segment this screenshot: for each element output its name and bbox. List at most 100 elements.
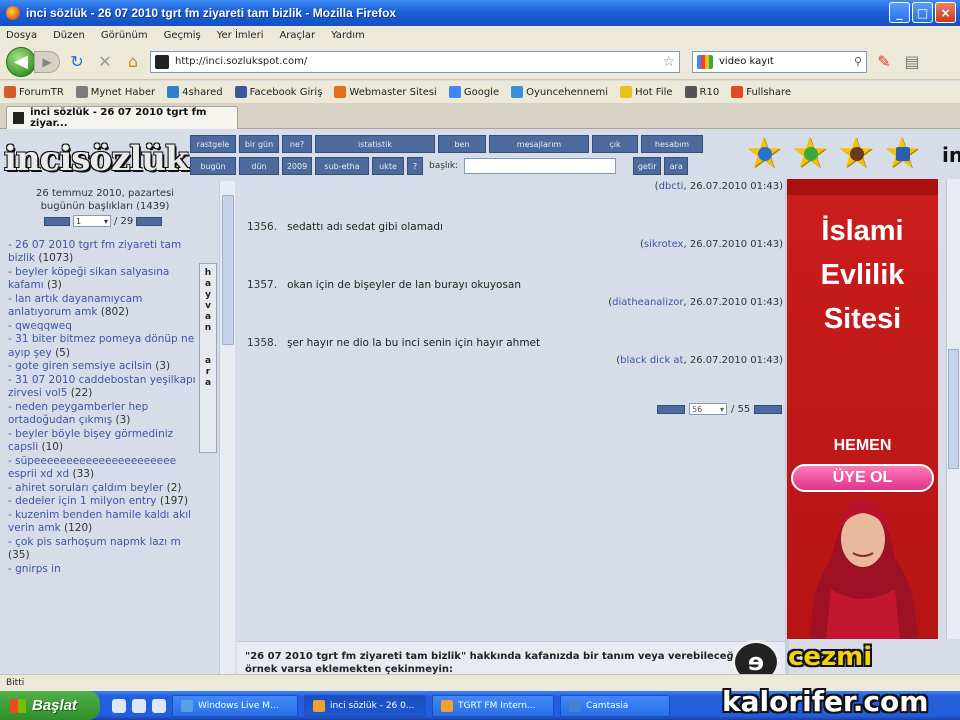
nav-ben[interactable]: ben	[438, 135, 486, 153]
ara-button[interactable]: ara	[664, 157, 689, 175]
bookmark-star-icon[interactable]: ☆	[662, 54, 675, 70]
topic-item[interactable]: - çok pis sarhoşum napmk lazı m (35)	[8, 536, 198, 562]
window-title-bar[interactable]: inci sözlük - 26 07 2010 tgrt fm ziyaret…	[0, 0, 960, 26]
taskbar-item[interactable]: Windows Live M...	[172, 694, 298, 717]
menu-edit[interactable]: Düzen	[53, 30, 85, 41]
app-icon	[181, 699, 193, 712]
star-avatar-icon[interactable]: ★	[837, 132, 877, 174]
google-icon[interactable]	[697, 54, 713, 69]
menu-file[interactable]: Dosya	[6, 30, 37, 41]
nav-mesajlarim[interactable]: mesajlarım	[489, 135, 589, 153]
nav-bir-gun[interactable]: bir gün	[239, 135, 279, 153]
taskbar-item[interactable]: inci sözlük - 26 0...	[304, 694, 426, 717]
search-bar[interactable]: video kayıt ⚲	[692, 50, 867, 73]
topic-item[interactable]: - 26 07 2010 tgrt fm ziyareti tam bizlik…	[8, 239, 198, 265]
bookmark-item[interactable]: Fullshare	[731, 86, 791, 98]
toolbar-menu-icon[interactable]: ▤	[901, 51, 923, 73]
nav-bugun[interactable]: bugün	[190, 157, 236, 175]
topic-item[interactable]: - lan artık dayanamıycam anlatıyorum amk…	[8, 293, 198, 319]
topic-item[interactable]: - gote giren semsiye acilsin (3)	[8, 360, 198, 373]
topic-item[interactable]: - 31 biter bitmez pomeya dönüp ne ayıp ş…	[8, 333, 198, 359]
entry-item: 1358. şer hayır ne dio la bu inci senin i…	[247, 337, 541, 349]
forward-button[interactable]: ▶	[34, 50, 60, 73]
bookmark-item[interactable]: 4shared	[167, 86, 223, 98]
stop-icon[interactable]: ✕	[94, 51, 116, 73]
star-green-icon[interactable]: ★	[791, 132, 831, 174]
close-button[interactable]: ×	[935, 2, 956, 23]
topic-item[interactable]: - beyler böyle bişey görmediniz capsli (…	[8, 428, 198, 454]
quick-launch-icon[interactable]	[132, 698, 146, 713]
start-button[interactable]: Başlat	[0, 691, 100, 720]
nav-sub-etha[interactable]: sub-etha	[315, 157, 369, 175]
sidebar-page-select[interactable]: 1 ▾	[73, 215, 111, 227]
topic-item[interactable]: - kuzenim benden hamile kaldı akıl verin…	[8, 509, 198, 535]
entry-prev-page-button[interactable]	[657, 404, 685, 414]
topic-item[interactable]: - 31 07 2010 caddebostan yeşilkapı zirve…	[8, 374, 198, 400]
taskbar-item[interactable]: TGRT FM Intern...	[432, 694, 554, 717]
nav-help[interactable]: ?	[407, 157, 423, 175]
nav-ukte[interactable]: ukte	[372, 157, 404, 175]
topic-item[interactable]: - ahiret soruları çaldım beyler (2)	[8, 482, 198, 495]
sidebar-next-page-button[interactable]	[136, 216, 163, 226]
minimize-button[interactable]: _	[889, 2, 910, 23]
getir-button[interactable]: getir	[633, 157, 662, 175]
bookmark-item[interactable]: Mynet Haber	[75, 86, 155, 98]
window-controls: _ □ ×	[889, 2, 956, 23]
menu-bookmarks[interactable]: Yer İmleri	[217, 30, 264, 41]
haytan-ara-tab[interactable]: h a y v a n a r a	[199, 263, 217, 453]
home-icon[interactable]: ⌂	[122, 51, 144, 73]
ad-banner[interactable]: İslami Evlilik Sitesi HEMEN ÜYE OL	[787, 179, 938, 639]
bookmark-item[interactable]: ForumTR	[4, 86, 64, 98]
search-magnifier-icon[interactable]: ⚲	[854, 55, 862, 68]
address-bar[interactable]: http://inci.sozlukspot.com/ ☆	[150, 50, 680, 73]
sidebar-prev-page-button[interactable]	[44, 216, 70, 226]
bookmark-item[interactable]: Hot File	[620, 86, 673, 98]
bookmark-item[interactable]: Oyuncehennemi	[511, 86, 608, 98]
topic-item[interactable]: - gnirps in	[8, 563, 198, 576]
topic-item[interactable]: - neden peygamberler hep ortadoğudan çık…	[8, 401, 198, 427]
nav-hesabim[interactable]: hesabım	[641, 135, 703, 153]
nav-dun[interactable]: dün	[239, 157, 279, 175]
bookmark-item[interactable]: R10	[684, 86, 719, 98]
quick-launch	[112, 698, 166, 713]
search-input[interactable]: video kayıt	[719, 56, 848, 67]
sidebar-scrollbar[interactable]	[219, 181, 235, 674]
menu-help[interactable]: Yardım	[331, 30, 365, 41]
tab-inci-sozluk[interactable]: inci sözlük - 26 07 2010 tgrt fm ziyar..…	[6, 106, 238, 129]
title-search-input[interactable]	[464, 158, 617, 174]
nav-ne[interactable]: ne?	[282, 135, 312, 153]
bookmark-item[interactable]: Webmaster Sitesi	[334, 86, 437, 98]
star-box-icon[interactable]: ★	[883, 132, 923, 174]
entry-next-page-button[interactable]	[754, 404, 783, 414]
ad-line-3: Sitesi	[823, 303, 902, 335]
nav-2009[interactable]: 2009	[282, 157, 312, 175]
taskbar-item[interactable]: Camtasia	[560, 694, 670, 717]
reload-icon[interactable]: ↻	[66, 51, 88, 73]
entry-list: (dbcti, 26.07.2010 01:43) 1356. sedattı a…	[237, 181, 785, 674]
camtasia-icon	[569, 699, 581, 712]
addon-icon[interactable]: ✎	[873, 51, 895, 73]
entry-page-select[interactable]: 56 ▾	[689, 403, 727, 415]
quick-launch-icon[interactable]	[112, 698, 126, 713]
topic-item[interactable]: - qweqqweq	[8, 320, 198, 333]
site-logo[interactable]: incisözlük	[4, 139, 189, 185]
nav-rastgele[interactable]: rastgele	[190, 135, 236, 153]
star-ie-icon[interactable]: ★	[745, 132, 785, 174]
scrollbar-thumb[interactable]	[222, 195, 234, 345]
nav-istatistik[interactable]: istatistik	[315, 135, 435, 153]
menu-view[interactable]: Görünüm	[101, 30, 148, 41]
topic-item[interactable]: - dedeler için 1 milyon entry (197)	[8, 495, 198, 508]
back-button[interactable]: ◀	[6, 46, 36, 77]
page-scrollbar[interactable]	[946, 179, 960, 639]
bookmark-item[interactable]: Facebook Giriş	[234, 86, 322, 98]
url-text[interactable]: http://inci.sozlukspot.com/	[175, 56, 656, 67]
nav-cik[interactable]: çık	[592, 135, 638, 153]
scrollbar-thumb[interactable]	[948, 349, 959, 469]
menu-history[interactable]: Geçmiş	[164, 30, 201, 41]
bookmark-item[interactable]: Google	[448, 86, 499, 98]
topic-item[interactable]: - süpeeeeeeeeeeeeeeeeeeeeee esprii xd xd…	[8, 455, 198, 481]
maximize-button[interactable]: □	[912, 2, 933, 23]
quick-launch-icon[interactable]	[152, 698, 166, 713]
menu-tools[interactable]: Araçlar	[279, 30, 315, 41]
topic-item[interactable]: - beyler köpeği sikan salyasına kafamı (…	[8, 266, 198, 292]
